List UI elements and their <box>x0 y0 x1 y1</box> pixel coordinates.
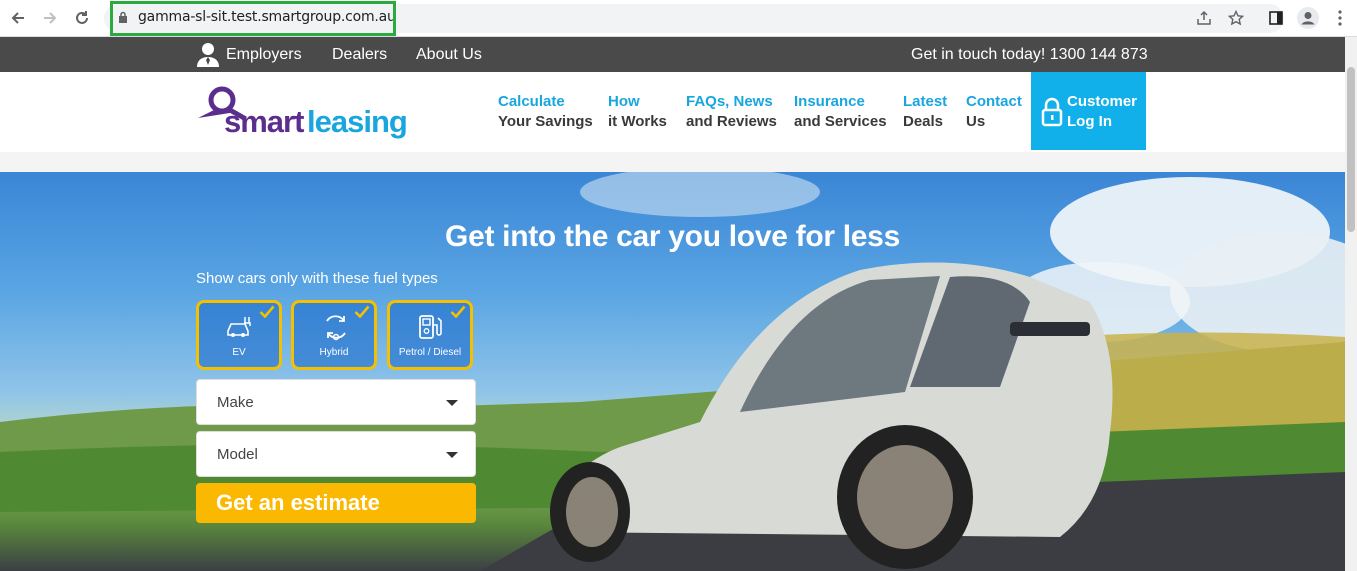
nav-label-line2: Us <box>966 113 986 130</box>
hero-title: Get into the car you love for less <box>445 220 900 253</box>
checkmark-icon <box>450 305 466 323</box>
fuel-types-label: Show cars only with these fuel types <box>196 270 438 287</box>
nav-label-line1: Contact <box>966 93 1022 110</box>
nav-label-line1: FAQs, News <box>686 93 773 110</box>
share-icon[interactable] <box>1193 7 1215 29</box>
nav-label-line2: and Services <box>794 113 887 130</box>
padlock-icon <box>1041 97 1063 132</box>
side-panel-icon[interactable] <box>1265 7 1287 29</box>
back-icon[interactable] <box>6 7 30 29</box>
nav-insurance-services[interactable]: Insurance and Services <box>794 92 887 132</box>
nav-calculate-savings[interactable]: Calculate Your Savings <box>498 92 593 132</box>
site-header: smart leasing Calculate Your Savings How… <box>0 72 1345 152</box>
make-select-value: Make <box>217 394 254 411</box>
profile-icon[interactable] <box>1297 7 1319 29</box>
hybrid-cycle-icon <box>321 313 351 346</box>
forward-icon[interactable] <box>38 7 62 29</box>
model-select[interactable]: Model <box>196 431 476 477</box>
nav-label-line2: it Works <box>608 113 667 130</box>
make-select[interactable]: Make <box>196 379 476 425</box>
nav-faqs-news-reviews[interactable]: FAQs, News and Reviews <box>686 92 777 132</box>
chevron-down-icon <box>446 400 458 406</box>
nav-label-line1: Latest <box>903 93 948 110</box>
contact-phone[interactable]: Get in touch today! 1300 144 873 <box>911 46 1148 64</box>
browser-toolbar: gamma-sl-sit.test.smartgroup.com.au <box>0 0 1357 37</box>
fuel-pump-icon <box>417 313 447 346</box>
nav-contact-us[interactable]: Contact Us <box>966 92 1022 132</box>
checkmark-icon <box>259 305 275 323</box>
logo-text-smart: smart <box>224 104 304 139</box>
nav-label-line1: Insurance <box>794 93 865 110</box>
customer-login-button[interactable]: Customer Log In <box>1031 72 1146 150</box>
nav-label-line1: Calculate <box>498 93 565 110</box>
chevron-down-icon <box>446 452 458 458</box>
page-scrollbar[interactable] <box>1345 37 1357 571</box>
nav-label-line2: Deals <box>903 113 944 130</box>
model-select-value: Model <box>217 446 258 463</box>
fuel-type-hybrid-toggle[interactable]: Hybrid <box>291 300 377 370</box>
get-estimate-label: Get an estimate <box>216 490 380 515</box>
login-label: Customer Log In <box>1067 92 1137 132</box>
hero-banner: Get into the car you love for less Show … <box>0 172 1345 571</box>
fuel-type-label: Hybrid <box>319 347 349 358</box>
dealers-link[interactable]: Dealers <box>332 46 387 64</box>
fuel-type-ev-toggle[interactable]: EV <box>196 300 282 370</box>
fuel-type-petrol-diesel-toggle[interactable]: Petrol / Diesel <box>387 300 473 370</box>
login-label-line1: Customer <box>1067 93 1138 110</box>
nav-label-line1: How <box>608 93 640 110</box>
get-estimate-button[interactable]: Get an estimate <box>196 483 476 523</box>
fuel-type-label: EV <box>232 347 246 358</box>
employer-person-icon <box>196 42 220 72</box>
nav-latest-deals[interactable]: Latest Deals <box>903 92 947 132</box>
nav-label-line2: Your Savings <box>498 113 593 130</box>
scrollbar-thumb[interactable] <box>1347 67 1355 232</box>
nav-label-line2: and Reviews <box>686 113 777 130</box>
menu-kebab-icon[interactable] <box>1329 7 1351 29</box>
login-label-line2: Log In <box>1067 113 1112 130</box>
checkmark-icon <box>354 305 370 323</box>
logo-text-leasing: leasing <box>307 104 408 139</box>
fuel-type-label: Petrol / Diesel <box>398 347 462 358</box>
top-utility-bar: Employers Dealers About Us Get in touch … <box>0 37 1345 72</box>
reload-icon[interactable] <box>70 7 94 29</box>
header-divider <box>0 152 1345 172</box>
bookmark-star-icon[interactable] <box>1225 7 1247 29</box>
employers-link[interactable]: Employers <box>226 46 302 64</box>
about-us-link[interactable]: About Us <box>416 46 482 64</box>
nav-how-it-works[interactable]: How it Works <box>608 92 667 132</box>
smartleasing-logo[interactable]: smart leasing <box>196 84 421 142</box>
url-highlight-box <box>110 1 396 36</box>
ev-car-icon <box>225 313 255 344</box>
